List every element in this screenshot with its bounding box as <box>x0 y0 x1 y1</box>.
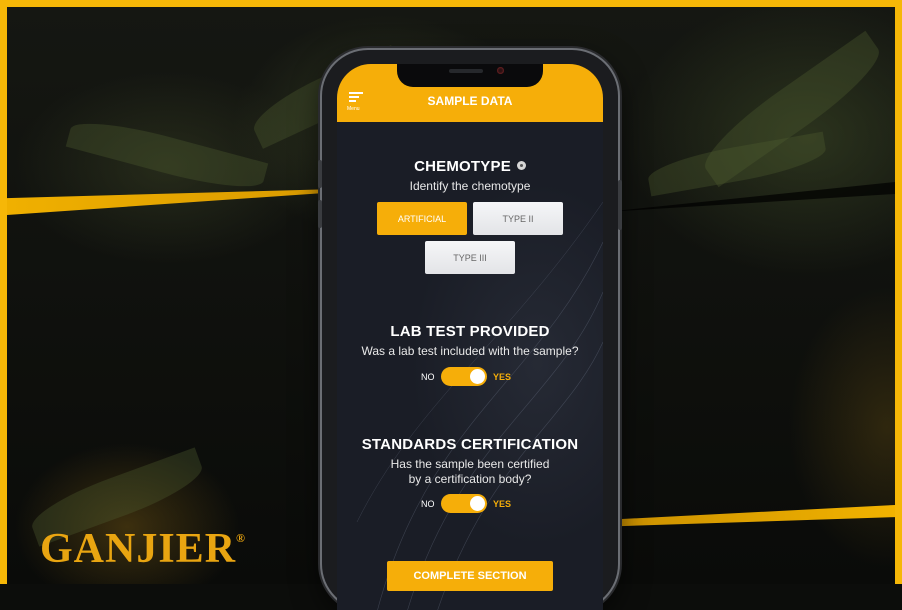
certification-question-line2: by a certification body? <box>408 472 532 486</box>
lab-test-yes-label: YES <box>493 372 512 382</box>
phone-volume-button <box>318 200 322 228</box>
registered-mark: ® <box>236 531 246 545</box>
lab-test-no-label: NO <box>421 372 435 382</box>
dark-stripe-right <box>605 182 895 212</box>
chemotype-option-type-iii[interactable]: TYPE III <box>425 241 515 274</box>
chemotype-section: CHEMOTYPE Identify the chemotype <box>337 158 603 194</box>
lab-test-toggle[interactable] <box>441 367 487 386</box>
complete-section-button[interactable]: COMPLETE SECTION <box>387 561 553 591</box>
ganjier-logo: GANJIER® <box>40 525 246 573</box>
certification-section: STANDARDS CERTIFICATION Has the sample b… <box>337 436 603 487</box>
camera-icon <box>497 67 504 74</box>
lab-test-title: LAB TEST PROVIDED <box>390 323 550 340</box>
certification-yes-label: YES <box>493 499 512 509</box>
phone-volume-button <box>318 160 322 188</box>
info-icon[interactable] <box>516 161 526 170</box>
lab-test-question: Was a lab test included with the sample? <box>361 344 579 358</box>
certification-question-line1: Has the sample been certified <box>390 457 550 471</box>
page-title: SAMPLE DATA <box>427 94 513 108</box>
certification-no-label: NO <box>421 499 435 509</box>
chemotype-option-type-ii[interactable]: TYPE II <box>473 202 563 235</box>
phone-screen: Menu SAMPLE DATA CHEMOTYPE Identify the … <box>337 64 603 610</box>
chemotype-heading: CHEMOTYPE <box>337 158 603 175</box>
certification-title: STANDARDS CERTIFICATION <box>361 436 579 453</box>
lab-test-section: LAB TEST PROVIDED Was a lab test include… <box>337 323 603 359</box>
certification-question: Has the sample been certified by a certif… <box>337 457 603 487</box>
certification-toggle[interactable] <box>441 494 487 513</box>
cannabis-leaf-decoration <box>65 111 269 199</box>
gold-stripe-right <box>595 505 895 527</box>
background-swirl-decoration <box>356 201 603 610</box>
phone-notch <box>397 64 543 87</box>
gold-stripe-left <box>7 189 337 215</box>
toggle-knob <box>470 369 485 384</box>
chemotype-option-artificial[interactable]: ARTIFICIAL <box>377 202 467 235</box>
toggle-knob <box>470 496 485 511</box>
chemotype-subtitle: Identify the chemotype <box>409 179 531 193</box>
phone-mockup: Menu SAMPLE DATA CHEMOTYPE Identify the … <box>318 50 622 610</box>
certification-toggle-row: NO YES <box>337 494 603 514</box>
speaker-grille <box>449 69 483 73</box>
logo-text: GANJIER <box>40 526 237 572</box>
chemotype-title: CHEMOTYPE <box>414 158 511 175</box>
phone-power-button <box>618 180 622 230</box>
lab-test-toggle-row: NO YES <box>337 367 603 387</box>
